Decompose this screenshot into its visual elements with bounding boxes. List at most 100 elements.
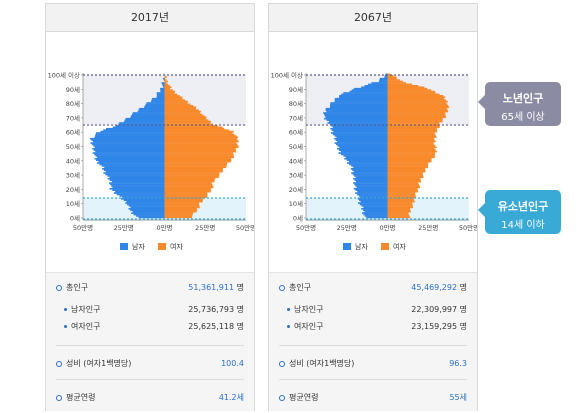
female-bar (164, 87, 171, 90)
female-bar (387, 186, 421, 189)
male-bar (131, 115, 165, 117)
male-bar (136, 215, 165, 217)
male-bar (119, 122, 165, 124)
age-value: 55세 (449, 393, 467, 402)
male-bar (132, 112, 165, 114)
male-bar (334, 99, 388, 101)
male-bar (330, 105, 388, 107)
male-bar (92, 147, 165, 150)
male-bar (130, 116, 165, 119)
female-bar (387, 135, 436, 137)
female-bar (164, 83, 169, 86)
female-bar (387, 153, 435, 156)
divider (56, 345, 244, 346)
male-bar (351, 89, 388, 91)
female-bar (164, 159, 232, 161)
female-bar (387, 110, 449, 113)
male-bar (335, 139, 388, 141)
male-bar (127, 203, 165, 206)
y-tick-label: 0세 (293, 214, 303, 223)
female-bar (387, 162, 429, 164)
female-bar (164, 132, 233, 134)
divider (279, 379, 467, 380)
male-bar (145, 103, 165, 106)
female-bar (164, 166, 227, 169)
male-bar (330, 127, 388, 130)
female-bar (387, 203, 413, 206)
male-bar (125, 202, 165, 204)
legend-male-swatch (120, 243, 128, 250)
female-bar (387, 129, 438, 131)
female-bar (387, 115, 446, 117)
female-bar (164, 106, 197, 109)
female-bar (164, 147, 236, 150)
panel-title: 2017년 (46, 4, 254, 32)
male-bar (327, 122, 388, 124)
male-bar (94, 136, 165, 139)
female-bar (387, 107, 447, 110)
age-label: 평균연령 (289, 393, 319, 402)
dot-icon (287, 308, 290, 311)
y-tick-label: 0세 (70, 214, 80, 223)
male-bar (156, 96, 165, 99)
male-bar (337, 147, 388, 150)
male-bar (341, 93, 388, 96)
total-unit: 명 (459, 283, 467, 292)
male-bar (378, 80, 388, 83)
male-bar (109, 176, 165, 179)
male-bar (346, 162, 388, 164)
legend-female-label: 여자 (393, 242, 406, 251)
female-bar (164, 100, 188, 103)
female-bar (164, 85, 170, 87)
female-bar (387, 93, 440, 96)
female-bar (387, 179, 421, 182)
bullet-icon (279, 395, 285, 401)
male-bar (160, 89, 165, 91)
female-bar (164, 137, 237, 140)
female-bar (164, 76, 167, 79)
male-bar (144, 106, 165, 109)
female-bar (164, 95, 180, 97)
male-row: 남자인구 22,309,997 명 (279, 303, 467, 317)
female-bar (164, 97, 183, 100)
female-bar (164, 195, 208, 197)
female-bar (164, 172, 220, 174)
y-tick-label: 40세 (66, 156, 80, 165)
female-bar (164, 80, 168, 83)
female-value: 23,159,295 명 (411, 322, 467, 331)
female-bar (387, 127, 437, 130)
male-bar (138, 216, 165, 219)
callout-young-title: 유소년인구 (497, 200, 549, 213)
female-bar (387, 79, 400, 81)
female-bar (164, 183, 213, 186)
male-bar (94, 153, 165, 156)
male-bar (332, 133, 388, 136)
female-bar (387, 103, 448, 106)
panel-2067: 2067년 0세 10세 20세 30세 40세 50세 60세 70세 80세 90세 100세 … (268, 3, 478, 411)
male-bar (103, 169, 165, 172)
y-tick-label: 80세 (66, 99, 80, 108)
female-bar (387, 157, 432, 160)
pyramid-svg: 0세 10세 20세 30세 40세 50세 60세 70세 80세 90세 100세 이상 50만명… (48, 71, 254, 252)
x-tick-label: 25만명 (114, 223, 134, 232)
ratio-label: 성비 (여자1백명당) (66, 359, 132, 368)
female-bar (164, 90, 176, 93)
female-bar (387, 189, 418, 192)
female-bar (387, 199, 415, 202)
female-bar (164, 89, 173, 91)
female-bar (164, 213, 193, 216)
female-bar (164, 200, 203, 203)
male-bar (337, 145, 388, 147)
female-bar (164, 119, 209, 121)
female-bar (387, 116, 446, 119)
female-label: 여자인구 (71, 322, 101, 331)
female-bar (164, 133, 235, 136)
male-bar (325, 116, 388, 119)
male-bar (334, 97, 388, 100)
male-bar (364, 210, 388, 213)
total-label: 총인구 (66, 283, 89, 292)
female-bar (164, 86, 172, 89)
legend-male-swatch (343, 243, 351, 250)
male-bar (162, 77, 165, 80)
female-bar (387, 187, 418, 190)
